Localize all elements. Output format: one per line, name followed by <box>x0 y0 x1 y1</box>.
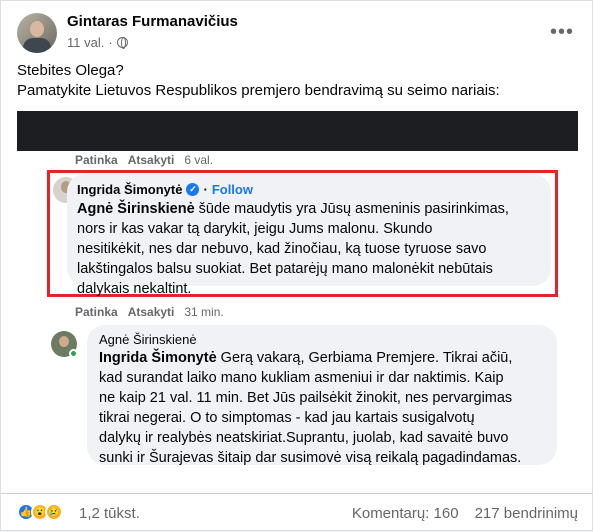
post-text-line-1: Stebites Olega? <box>17 62 124 79</box>
shares-count[interactable]: 217 bendrinimų <box>475 505 578 522</box>
comment-line: kad surandat laiko mano kukliam asmeniui… <box>99 370 504 386</box>
post-header: Gintaras Furmanavičius 11 val. · ••• <box>17 11 576 55</box>
comment-text: Ingrida Šimonytė Gerą vakarą, Gerbiama P… <box>99 348 521 468</box>
attached-screenshot[interactable]: Patinka Atsakyti 6 val. Ingrida Šimonytė… <box>17 111 578 493</box>
reaction-count[interactable]: 1,2 tūkst. <box>79 505 140 522</box>
comment-line: nors ir kas vakar tą darykit, jeigu Jums… <box>77 221 433 237</box>
top-comment-actions: Patinka Atsakyti 6 val. <box>75 153 213 167</box>
follow-link: Follow <box>211 182 253 197</box>
mention: Ingrida Šimonytė <box>99 350 217 366</box>
online-status-dot <box>69 349 78 358</box>
comment-line: dalykais nekaltint. <box>77 281 192 297</box>
reply-action: Atsakyti <box>127 305 175 319</box>
commenter-name: Agnė Širinskienė <box>99 332 197 347</box>
like-action: Patinka <box>75 153 118 167</box>
like-action: Patinka <box>75 305 118 319</box>
comment-line: ne kaip 21 val. 11 min. Bet Jūs pailsėki… <box>99 390 513 406</box>
comment-line: tikrai negerai. O to simptomas - kad jau… <box>99 410 475 426</box>
comment-text: Agnė Širinskienė šūde maudytis yra Jūsų … <box>77 199 509 299</box>
comment-actions: Patinka Atsakyti 31 min. <box>75 305 224 319</box>
mention: Agnė Širinskienė <box>77 201 195 217</box>
commenter-name: Ingrida Šimonytė <box>77 182 183 197</box>
post-text-line-2: Pamatykite Lietuvos Respublikos premjero… <box>17 82 500 99</box>
globe-icon <box>116 37 128 49</box>
post-footer: 👍 😮 😢 1,2 tūkst. Komentarų: 160 217 bend… <box>1 493 593 532</box>
comment-line: lakštingalos balsu suokiat. Bet patarėjų… <box>77 261 493 277</box>
comment-line: šūde maudytis yra Jūsų asmeninis pasirin… <box>194 201 509 217</box>
post-card: Gintaras Furmanavičius 11 val. · ••• Ste… <box>0 0 593 531</box>
screenshot-dark-header <box>17 111 578 151</box>
post-stats: Komentarų: 160 217 bendrinimų <box>352 505 578 522</box>
meta-separator: · <box>108 35 113 50</box>
comment-line: Gerą vakarą, Gerbiama Premjere. Tikrai a… <box>216 350 513 366</box>
comment-time: 6 val. <box>184 153 214 167</box>
verified-badge-icon: ✓ <box>186 183 200 196</box>
comment-time: 31 min. <box>184 305 224 319</box>
comments-count[interactable]: Komentarų: 160 <box>352 505 459 522</box>
comment-line: nesitikėkit, nes dar nebuvo, kad žinočia… <box>77 241 487 257</box>
more-options-button[interactable]: ••• <box>550 21 574 44</box>
reply-action: Atsakyti <box>127 153 175 167</box>
name-separator: · <box>203 182 208 197</box>
comment-line: dalykų ir realybės neatskiriat.Suprantu,… <box>99 430 509 446</box>
commenter-name-row: Agnė Širinskienė <box>99 332 197 347</box>
author-avatar[interactable] <box>17 13 57 53</box>
comment-line: sunki ir Šurajevas šitaip dar susimovė v… <box>99 450 522 466</box>
sad-icon: 😢 <box>45 503 63 521</box>
post-time[interactable]: 11 val. <box>67 35 104 50</box>
author-name[interactable]: Gintaras Furmanavičius <box>67 13 238 30</box>
commenter-name-row: Ingrida Šimonytė ✓ · Follow <box>77 182 253 197</box>
post-text: Stebites Olega? Pamatykite Lietuvos Resp… <box>17 61 577 101</box>
reaction-icons[interactable]: 👍 😮 😢 <box>17 503 63 521</box>
post-meta: 11 val. · <box>67 35 128 50</box>
